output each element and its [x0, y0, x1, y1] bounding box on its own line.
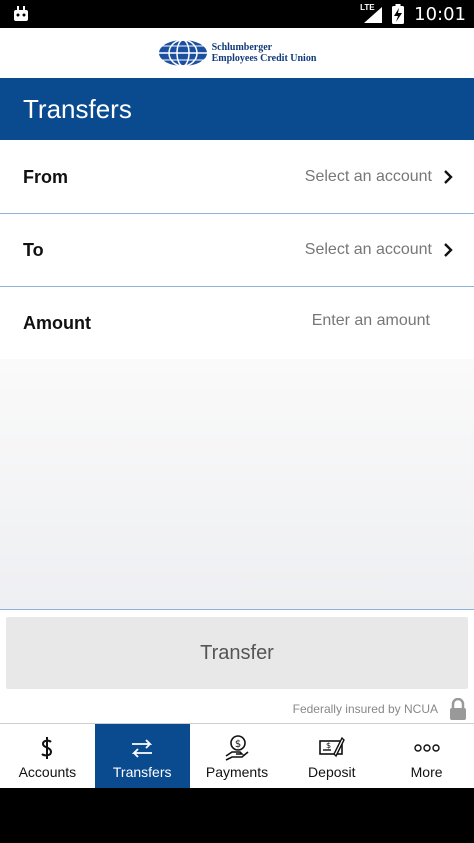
- status-right: LTE 10:01: [360, 0, 466, 28]
- title-bar: Transfers: [0, 78, 474, 140]
- content-area: [0, 359, 474, 610]
- nav-label-deposit: Deposit: [308, 763, 356, 780]
- logo-bar: Schlumberger Employees Credit Union: [0, 28, 474, 78]
- amount-row: Amount: [0, 287, 474, 360]
- status-bar: LTE 10:01: [0, 0, 474, 28]
- svg-text:$: $: [326, 741, 331, 750]
- nav-item-more[interactable]: More: [379, 724, 474, 789]
- battery-charging-icon: [392, 4, 405, 24]
- brand-line-1: Schlumberger: [211, 42, 273, 53]
- nav-item-deposit[interactable]: $ Deposit: [284, 724, 379, 789]
- to-account-selector[interactable]: To Select an account: [0, 214, 474, 287]
- check-deposit-icon: $: [318, 736, 345, 757]
- nav-label-transfers: Transfers: [112, 763, 172, 780]
- brand-line-2: Employees Credit Union: [211, 53, 317, 64]
- insurance-notice: Federally insured by NCUA: [0, 696, 474, 722]
- dollar-icon: [41, 736, 53, 759]
- system-nav-area: [0, 788, 474, 843]
- lock-icon: [450, 698, 466, 720]
- more-dots-icon: [413, 743, 440, 752]
- signal-icon: LTE: [360, 3, 383, 23]
- from-label: From: [23, 166, 68, 187]
- hand-dollar-icon: $: [225, 734, 249, 761]
- to-label: To: [23, 239, 44, 260]
- bottom-navigation: Accounts Transfers $ Payments $ Deposit: [0, 723, 474, 789]
- nav-item-accounts[interactable]: Accounts: [0, 724, 95, 789]
- brand-name: Schlumberger Employees Credit Union: [212, 42, 317, 64]
- brand-logo: Schlumberger Employees Credit Union: [158, 39, 317, 67]
- transfer-arrows-icon: [132, 738, 153, 758]
- nav-label-payments: Payments: [205, 763, 269, 780]
- nav-item-payments[interactable]: $ Payments: [190, 724, 285, 789]
- nav-label-more: More: [410, 763, 443, 780]
- transfer-button-label: Transfer: [200, 641, 274, 664]
- from-account-selector[interactable]: From Select an account: [0, 141, 474, 214]
- from-value: Select an account: [304, 168, 432, 185]
- svg-text:$: $: [235, 739, 241, 750]
- page-title: Transfers: [23, 93, 132, 124]
- amount-label: Amount: [23, 312, 91, 333]
- network-type: LTE: [360, 3, 375, 12]
- chevron-right-icon: [444, 170, 453, 184]
- amount-input[interactable]: [228, 311, 432, 331]
- ncua-text: Federally insured by NCUA: [292, 702, 438, 716]
- android-notification-icon: [14, 6, 28, 21]
- globe-logo-icon: [158, 39, 207, 67]
- chevron-right-icon: [444, 243, 453, 257]
- clock: 10:01: [414, 3, 466, 25]
- nav-item-transfers[interactable]: Transfers: [94, 724, 190, 789]
- transfer-button[interactable]: Transfer: [6, 617, 468, 689]
- nav-label-accounts: Accounts: [18, 763, 77, 780]
- to-value: Select an account: [304, 241, 432, 258]
